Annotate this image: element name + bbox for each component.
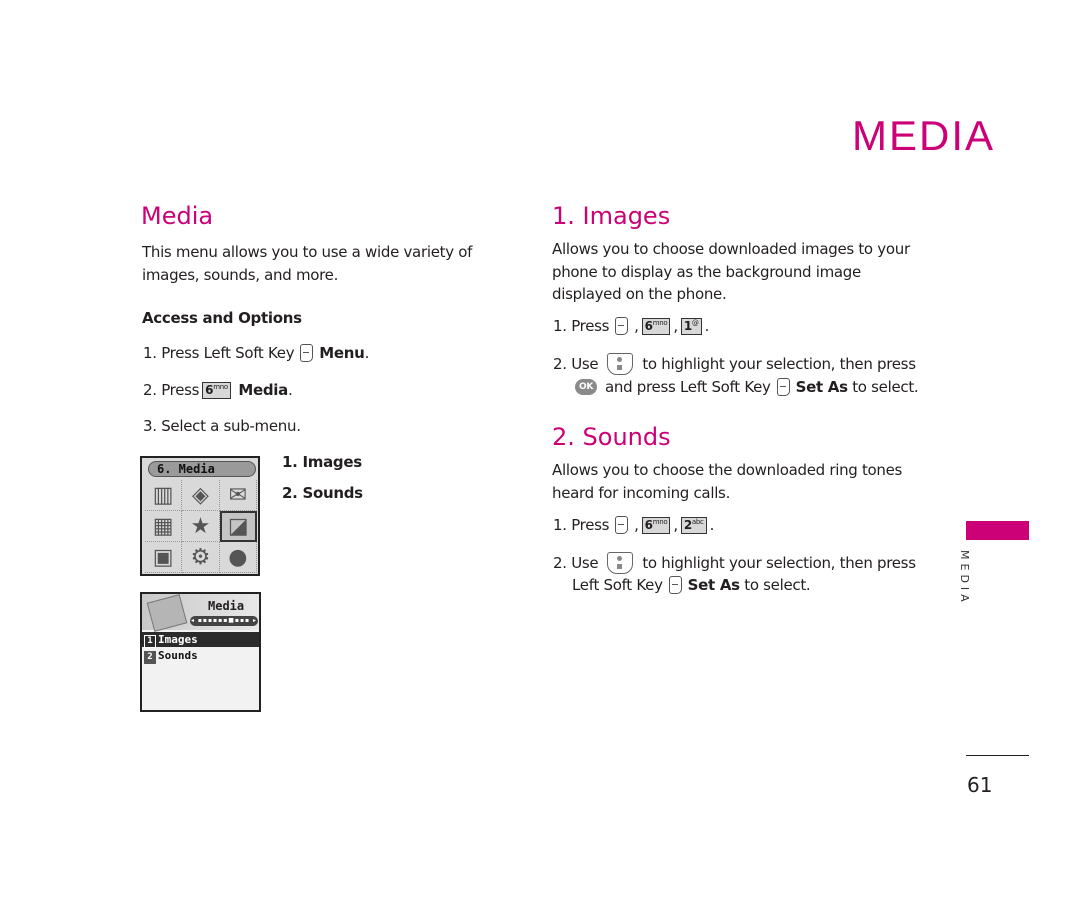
set-as-label: Set As	[795, 378, 848, 396]
period: .	[287, 381, 293, 399]
step-2: 2. Press 6mno Media.	[143, 381, 293, 399]
chapter-title: MEDIA	[852, 112, 996, 159]
key-6-icon: 6mno	[202, 381, 231, 399]
sounds-step-1: 1. Press , 6mno, 2abc.	[553, 516, 715, 534]
step-text: Use	[571, 355, 599, 373]
chapter-side-label: MEDIA	[958, 550, 971, 606]
step-text: to select.	[852, 378, 919, 396]
sounds-description: Allows you to choose the downloaded ring…	[552, 461, 903, 502]
menu-item-sounds: 2 Sounds	[142, 648, 259, 664]
ok-key-icon: OK	[575, 379, 597, 395]
key-letters: mno	[652, 318, 668, 327]
step-text: to highlight your selection, then press	[642, 355, 916, 373]
step-number: 3.	[143, 417, 157, 435]
key-digit: 1	[683, 318, 692, 333]
key-6-icon: 6mno	[641, 516, 671, 534]
messages-icon: ✉	[219, 480, 257, 511]
step-3: 3. Select a sub-menu.	[143, 417, 301, 435]
set-as-label: Set As	[687, 576, 740, 594]
left-soft-key-icon	[615, 516, 629, 534]
menu-title-bar: 6. Media	[148, 461, 256, 477]
intro-text: This menu allows you to use a wide varie…	[142, 243, 473, 284]
images-step-2-cont: OK and press Left Soft Key Set As to sel…	[575, 378, 919, 396]
step-1: 1. Press Left Soft Key Menu.	[143, 344, 369, 362]
left-soft-key-icon	[615, 317, 629, 335]
phone-screen-media-menu: Media ◂ ▪▪▪▪▪▪■▪▪▪ ▸ 1 Images 2 Sounds	[140, 592, 261, 712]
settings-gears-icon: ⚙	[182, 542, 220, 573]
key-1-icon: 1@	[680, 317, 702, 335]
item-number: 2	[144, 651, 156, 664]
key-6-icon: 6mno	[641, 317, 671, 335]
step-text: and press Left Soft Key	[605, 378, 771, 396]
key-letters: mno	[213, 382, 228, 391]
address-book-icon: ▥	[145, 480, 183, 511]
images-step-1: 1. Press , 6mno, 1@.	[553, 317, 710, 335]
key-letters: @	[691, 318, 699, 327]
images-step-2: 2. Use to highlight your selection, then…	[553, 353, 916, 375]
media-icon: ◪	[219, 511, 257, 542]
mouse-icon: ●	[219, 542, 257, 573]
toolbox-icon: ▣	[145, 542, 183, 573]
star-icon: ★	[182, 511, 220, 542]
left-soft-key-icon	[668, 576, 682, 594]
step-number: 2.	[553, 554, 567, 572]
step-text: Use	[571, 554, 599, 572]
submenu-item-sounds: 2. Sounds	[282, 484, 363, 502]
page-number: 61	[967, 773, 993, 797]
period: .	[704, 317, 710, 335]
step-text: Left Soft Key	[572, 576, 663, 594]
left-soft-key-icon	[300, 344, 314, 362]
step-text: Press Left Soft Key	[161, 344, 295, 362]
footer-rule	[966, 755, 1029, 756]
item-label: Images	[158, 633, 198, 646]
navigation-key-icon	[607, 552, 634, 574]
sounds-step-2: 2. Use to highlight your selection, then…	[553, 552, 916, 574]
menu-scroll-indicator: ◂ ▪▪▪▪▪▪■▪▪▪ ▸	[190, 616, 258, 626]
calendar-icon: ◈	[182, 480, 220, 511]
step-text: Select a sub-menu.	[161, 417, 301, 435]
navigation-key-icon	[607, 353, 634, 375]
key-digit: 2	[683, 517, 692, 532]
phone-icon: ▦	[145, 511, 183, 542]
media-label: Media	[238, 381, 288, 399]
section-heading-images: 1. Images	[552, 202, 671, 230]
item-number: 1	[144, 635, 156, 648]
step-number: 1.	[553, 516, 567, 534]
images-description: Allows you to choose downloaded images t…	[552, 240, 910, 303]
key-digit: 6	[644, 318, 653, 333]
item-label: Sounds	[158, 649, 198, 662]
phone-screen-main-menu: 6. Media ▥ ◈ ✉ ▦ ★ ◪ ▣ ⚙ ●	[140, 456, 260, 576]
step-text: Press	[571, 317, 610, 335]
section-heading-sounds: 2. Sounds	[552, 423, 671, 451]
key-letters: mno	[652, 517, 668, 526]
section-heading-media: Media	[141, 202, 214, 230]
period: .	[709, 516, 715, 534]
period: .	[364, 344, 370, 362]
step-text: Press	[571, 516, 610, 534]
key-2-icon: 2abc	[680, 516, 707, 534]
media-thumbnail-icon	[146, 594, 188, 632]
key-digit: 6	[644, 517, 653, 532]
chapter-side-tab	[966, 521, 1029, 540]
sounds-step-2-cont: Left Soft Key Set As to select.	[572, 576, 811, 594]
step-text: to select.	[744, 576, 811, 594]
menu-icon-grid: ▥ ◈ ✉ ▦ ★ ◪ ▣ ⚙ ●	[145, 480, 257, 573]
screen-title: Media	[208, 599, 245, 613]
key-letters: abc	[691, 517, 704, 526]
left-soft-key-icon	[776, 378, 790, 396]
menu-item-images: 1 Images	[142, 632, 259, 648]
submenu-item-images: 1. Images	[282, 453, 362, 471]
step-number: 1.	[553, 317, 567, 335]
access-options-heading: Access and Options	[142, 309, 302, 327]
step-number: 1.	[143, 344, 157, 362]
step-number: 2.	[143, 381, 157, 399]
step-text: Press	[161, 381, 200, 399]
step-text: to highlight your selection, then press	[642, 554, 916, 572]
menu-label: Menu	[319, 344, 365, 362]
step-number: 2.	[553, 355, 567, 373]
screen-header: Media ◂ ▪▪▪▪▪▪■▪▪▪ ▸	[142, 594, 259, 632]
